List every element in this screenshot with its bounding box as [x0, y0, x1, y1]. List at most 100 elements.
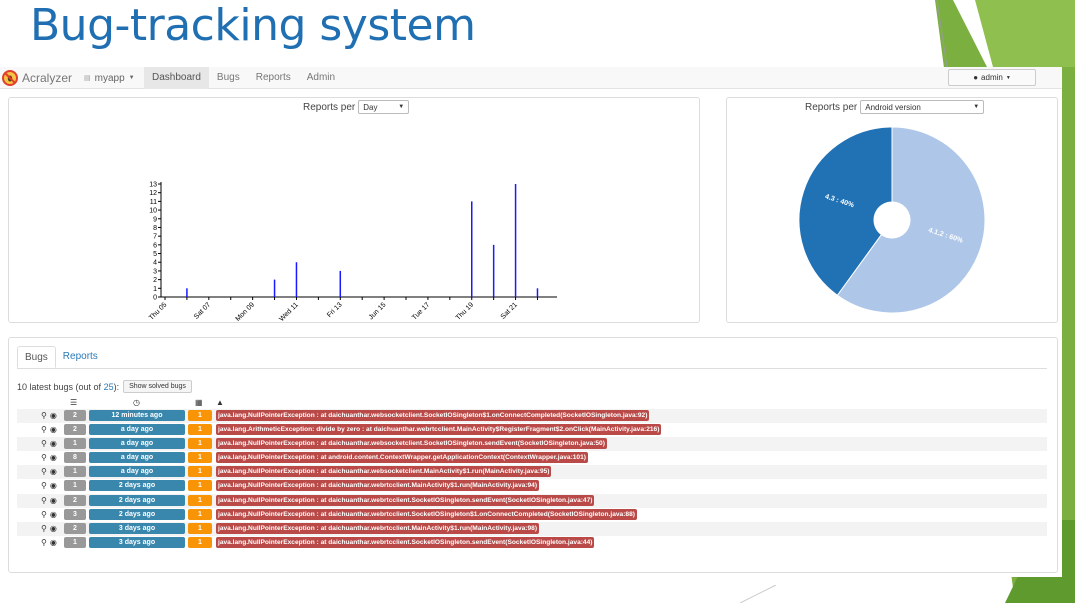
row-actions: ⚲ ◉ [41, 538, 57, 547]
bug-count-badge: 1 [64, 536, 86, 548]
row-actions: ⚲ ◉ [41, 524, 57, 533]
bug-exception-badge[interactable]: java.lang.NullPointerException : at andr… [216, 452, 588, 464]
brand[interactable]: Acralyzer [2, 68, 72, 88]
y-tick-label: 1 [153, 286, 157, 293]
x-tick-label: Wed 11 [278, 301, 300, 323]
y-tick-label: 10 [149, 208, 157, 215]
bug-version-badge: 1 [188, 536, 212, 548]
brand-name: Acralyzer [22, 71, 73, 85]
search-icon[interactable]: ⚲ [41, 439, 47, 448]
search-icon[interactable]: ⚲ [41, 538, 47, 547]
y-tick-label: 12 [149, 190, 157, 197]
x-tick-label: Tue 17 [411, 301, 431, 321]
tabs-divider [17, 368, 1047, 369]
eye-icon[interactable]: ◉ [50, 467, 57, 476]
bugs-count-suffix: ): [113, 381, 120, 392]
row-actions: ⚲ ◉ [41, 467, 57, 476]
x-tick-label: Jun 15 [368, 301, 388, 321]
table-header: ☰ ◷ ▦ ▲ [9, 398, 1049, 408]
search-icon[interactable]: ⚲ [41, 411, 47, 420]
user-icon: ● [973, 73, 979, 82]
bug-date-badge: 2 days ago [89, 508, 185, 520]
bug-exception-badge[interactable]: java.lang.NullPointerException : at daic… [216, 410, 650, 421]
table-row[interactable]: ⚲ ◉ 1 a day ago 1 java.lang.NullPointerExcept… [17, 437, 1047, 452]
caret-down-icon: ▼ [1005, 74, 1011, 81]
search-icon[interactable]: ⚲ [41, 425, 47, 434]
bug-date-badge: a day ago [89, 466, 185, 478]
app-selector[interactable]: ▤ myapp ▼ [84, 67, 135, 89]
bug-exception-badge[interactable]: java.lang.NullPointerException : at daic… [216, 438, 607, 450]
search-icon[interactable]: ⚲ [41, 496, 47, 505]
table-row[interactable]: ⚲ ◉ 1 a day ago 1 java.lang.NullPointerExcept… [17, 465, 1047, 480]
row-actions: ⚲ ◉ [41, 439, 57, 448]
bug-exception-badge[interactable]: java.lang.NullPointerException : at daic… [216, 466, 552, 478]
row-actions: ⚲ ◉ [41, 496, 57, 505]
row-actions: ⚲ ◉ [41, 510, 57, 519]
table-row[interactable]: ⚲ ◉ 1 2 days ago 1 java.lang.NullPointerExcep… [17, 479, 1047, 493]
show-solved-bugs-button[interactable]: Show solved bugs [123, 380, 192, 393]
eye-icon[interactable]: ◉ [50, 496, 57, 505]
row-actions: ⚲ ◉ [41, 425, 57, 434]
search-icon[interactable]: ⚲ [41, 467, 47, 476]
bug-version-badge: 1 [188, 508, 212, 520]
eye-icon[interactable]: ◉ [50, 481, 57, 490]
y-tick-label: 6 [153, 242, 157, 249]
bug-date-badge: 2 days ago [89, 480, 185, 492]
nav-item-admin[interactable]: Admin [299, 67, 343, 89]
eye-icon[interactable]: ◉ [50, 538, 57, 547]
nav-item-bugs[interactable]: Bugs [209, 67, 248, 89]
eye-icon[interactable]: ◉ [50, 439, 57, 448]
bug-date-badge: 3 days ago [89, 536, 185, 548]
tab-bugs[interactable]: Bugs [17, 346, 56, 368]
bug-count-badge: 2 [64, 410, 86, 421]
x-tick-label: Fri 13 [326, 301, 344, 319]
eye-icon[interactable]: ◉ [50, 411, 57, 420]
eye-icon[interactable]: ◉ [50, 510, 57, 519]
nav-item-reports[interactable]: Reports [248, 67, 299, 89]
search-icon[interactable]: ⚲ [41, 481, 47, 490]
bug-exception-badge[interactable]: java.lang.NullPointerException : at daic… [216, 494, 595, 506]
search-icon[interactable]: ⚲ [41, 510, 47, 519]
bug-exception-badge[interactable]: java.lang.NullPointerException : at daic… [216, 522, 540, 534]
version-pie-chart: 4.1.2 : 60%4.3 : 40% [798, 126, 986, 314]
x-tick-label: Thu 05 [148, 301, 168, 321]
bug-exception-badge[interactable]: java.lang.ArithmeticException: divide by… [216, 424, 662, 436]
search-icon[interactable]: ⚲ [41, 453, 47, 462]
table-row[interactable]: ⚲ ◉ 1 3 days ago 1 java.lang.NullPointerExcep… [17, 536, 1047, 550]
app-name: myapp [94, 72, 125, 84]
bug-count-badge: 2 [64, 522, 86, 534]
table-row[interactable]: ⚲ ◉ 2 a day ago 1 java.lang.ArithmeticExcepti… [17, 423, 1047, 437]
bugs-count-total[interactable]: 25 [104, 382, 114, 392]
bug-count-badge: 2 [64, 494, 86, 506]
x-tick-label: Mon 09 [235, 301, 257, 323]
eye-icon[interactable]: ◉ [50, 524, 57, 533]
x-tick-label: Thu 19 [455, 301, 475, 321]
nav-item-dashboard[interactable]: Dashboard [144, 67, 209, 89]
bug-version-badge: 1 [188, 494, 212, 506]
bug-date-badge: 3 days ago [89, 522, 185, 534]
table-row[interactable]: ⚲ ◉ 3 2 days ago 1 java.lang.NullPointerExcep… [17, 508, 1047, 522]
table-row[interactable]: ⚲ ◉ 2 2 days ago 1 java.lang.NullPointerExcep… [17, 493, 1047, 508]
bug-count-badge: 8 [64, 452, 86, 464]
list-icon: ☰ [70, 398, 78, 407]
search-icon[interactable]: ⚲ [41, 524, 47, 533]
eye-icon[interactable]: ◉ [50, 425, 57, 434]
slide-title: Bug-tracking system [30, 0, 476, 51]
bug-exception-badge[interactable]: java.lang.NullPointerException : at daic… [216, 536, 595, 548]
bug-exception-badge[interactable]: java.lang.NullPointerException : at daic… [216, 480, 540, 492]
y-tick-label: 4 [153, 260, 157, 267]
row-actions: ⚲ ◉ [41, 481, 57, 490]
user-menu-button[interactable]: ● admin ▼ [948, 69, 1036, 86]
table-row[interactable]: ⚲ ◉ 2 3 days ago 1 java.lang.NullPointerExcep… [17, 521, 1047, 536]
eye-icon[interactable]: ◉ [50, 453, 57, 462]
bug-date-badge: a day ago [89, 424, 185, 436]
bug-exception-badge[interactable]: java.lang.NullPointerException : at daic… [216, 508, 637, 520]
app-window: Acralyzer ▤ myapp ▼ Dashboard Bugs Repor… [0, 67, 1062, 577]
y-tick-label: 2 [153, 277, 157, 284]
table-row[interactable]: ⚲ ◉ 2 12 minutes ago 1 java.lang.NullPointerE… [17, 409, 1047, 424]
table-row[interactable]: ⚲ ◉ 8 a day ago 1 java.lang.NullPointerExcept… [17, 451, 1047, 465]
tab-reports[interactable]: Reports [56, 346, 105, 368]
bug-version-badge: 1 [188, 522, 212, 534]
reports-per-day-panel: Reports per Day ▼ 0 1 2 3 4 5 6 7 8 9 10 11 12 13 Thu … [8, 97, 700, 323]
row-actions: ⚲ ◉ [41, 411, 57, 420]
